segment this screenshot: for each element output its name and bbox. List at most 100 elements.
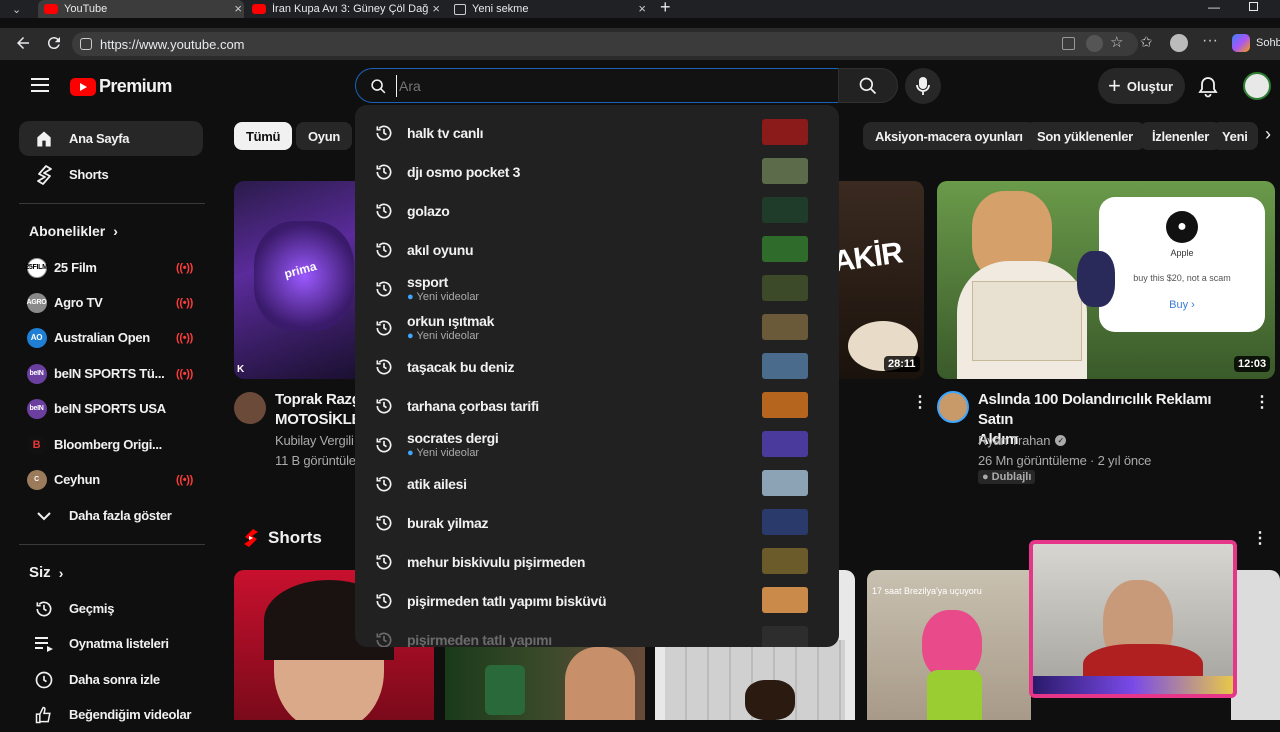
close-tab-icon[interactable]: × [432, 1, 440, 16]
create-button[interactable]: + Oluştur [1098, 68, 1185, 104]
video-thumbnail[interactable]: prima K [234, 181, 356, 379]
channel-avatar[interactable] [234, 392, 266, 424]
chip-watched[interactable]: İzlenenler [1140, 122, 1221, 150]
hamburger-menu-icon[interactable] [31, 77, 49, 93]
history-icon [374, 240, 396, 260]
suggestion-subtitle: ● Yeni videolar [407, 330, 480, 342]
more-menu-icon[interactable]: ··· [1202, 32, 1218, 50]
you-heading[interactable]: Siz › [29, 564, 63, 581]
copilot-icon[interactable] [1232, 34, 1250, 52]
tab-list-chevron-icon[interactable]: ⌄ [12, 3, 21, 16]
more-options-icon[interactable]: ⋮ [912, 392, 928, 412]
new-tab-plus-icon[interactable]: + [660, 0, 671, 18]
tab-youtube[interactable]: YouTube × [38, 0, 244, 18]
short-thumbnail[interactable] [445, 647, 645, 720]
back-arrow-icon[interactable] [14, 34, 32, 52]
channel-avatar[interactable] [937, 391, 969, 423]
more-options-icon[interactable]: ⋮ [1252, 528, 1268, 548]
suggestion-thumbnail [762, 587, 808, 613]
live-indicator-icon: ((•)) [175, 261, 193, 274]
channel-name[interactable]: Kubilay Vergili [275, 433, 354, 448]
sidebar-item-shorts[interactable]: Shorts [19, 157, 203, 192]
show-more-button[interactable]: Daha fazla göster [19, 498, 203, 533]
search-suggestion-item[interactable]: pişirmeden tatlı yapımı bisküvü [355, 581, 839, 620]
chips-next-chevron-icon[interactable]: › [1265, 124, 1271, 145]
sidebar-sub-item[interactable]: AGRO Agro TV ((•)) [19, 285, 203, 320]
search-suggestion-item[interactable]: socrates dergi ● Yeni videolar [355, 425, 839, 464]
video-thumbnail[interactable]: AKİR [838, 181, 924, 379]
subscriptions-heading[interactable]: Abonelikler › [29, 223, 118, 239]
sidebar-sub-item[interactable]: beIN beIN SPORTS Tü... ((•)) [19, 356, 203, 391]
search-suggestion-item[interactable]: halk tv canlı [355, 113, 839, 152]
search-suggestion-item[interactable]: taşacak bu deniz [355, 347, 839, 386]
chip-gaming[interactable]: Oyun [296, 122, 353, 150]
search-suggestions-dropdown: halk tv canlı djı osmo pocket 3 golazo akıl… [355, 105, 839, 647]
search-suggestion-item[interactable]: atik ailesi [355, 464, 839, 503]
apple-logo-icon: ● [1166, 211, 1198, 243]
channel-name-row[interactable]: Ryan Trahan ✓ [978, 433, 1067, 448]
favorite-star-icon[interactable]: ☆ [1110, 33, 1123, 51]
sidebar-sub-item[interactable]: 25FILM 25 Film ((•)) [19, 250, 203, 285]
short-thumbnail[interactable]: 17 saat Brezilya'ya uçuyoru [867, 570, 1031, 720]
history-icon [374, 435, 396, 455]
search-suggestion-item[interactable]: akıl oyunu [355, 230, 839, 269]
chip-new[interactable]: Yeni [1212, 122, 1258, 150]
sidebar-sub-item[interactable]: B Bloomberg Origi... [19, 427, 203, 462]
browser-tab-bar: ⌄ YouTube × İran Kupa Avı 3: Güney Çöl D… [0, 0, 1280, 18]
notifications-bell-icon[interactable] [1198, 76, 1218, 98]
channel-mark: K [237, 364, 245, 375]
chip-all[interactable]: Tümü [234, 122, 293, 150]
restore-window-icon[interactable] [1249, 2, 1258, 11]
favorites-bar-icon[interactable]: ✩ [1140, 33, 1153, 51]
more-options-icon[interactable]: ⋮ [1254, 392, 1270, 412]
copilot-label[interactable]: Sohb [1256, 37, 1280, 49]
sidebar-item-watch-later[interactable]: Daha sonra izle [19, 662, 203, 697]
video-thumbnail[interactable]: ● Apple buy this $20, not a scam Buy › [937, 181, 1275, 379]
minimize-window-icon[interactable]: — [1208, 0, 1220, 14]
url-field[interactable]: https://www.youtube.com ☆ [72, 32, 1138, 56]
chip-action-adventure[interactable]: Aksiyon-macera oyunları [863, 122, 1035, 150]
close-tab-icon[interactable]: × [638, 1, 646, 16]
search-suggestion-item[interactable]: pişirmeden tatlı yapımı [355, 620, 839, 647]
sidebar-sub-item[interactable]: AO Australian Open ((•)) [19, 320, 203, 355]
suggestion-thumbnail [762, 314, 808, 340]
profile-avatar-icon[interactable] [1170, 34, 1188, 52]
sidebar-item-playlists[interactable]: Oynatma listeleri [19, 626, 203, 661]
tab-iran-kupa[interactable]: İran Kupa Avı 3: Güney Çöl Dağ Ke × [246, 0, 442, 18]
suggestion-thumbnail [762, 275, 808, 301]
suggestion-text: ssport [407, 274, 448, 290]
search-suggestion-item[interactable]: mehur biskivulu pişirmeden [355, 542, 839, 581]
search-suggestion-item[interactable]: tarhana çorbası tarifi [355, 386, 839, 425]
chip-recently-uploaded[interactable]: Son yüklenenler [1025, 122, 1145, 150]
sidebar-sub-item[interactable]: beIN beIN SPORTS USA [19, 391, 203, 426]
sidebar-item-liked[interactable]: Beğendiğim videolar [19, 697, 203, 732]
sidebar-item-label: Ceyhun [54, 472, 100, 487]
close-tab-icon[interactable]: × [234, 1, 242, 16]
search-suggestion-item[interactable]: golazo [355, 191, 839, 230]
search-suggestion-item[interactable]: orkun ışıtmak ● Yeni videolar [355, 308, 839, 347]
app-available-icon[interactable] [1062, 37, 1075, 50]
thumbs-up-icon [35, 706, 51, 723]
tracking-prevention-icon[interactable] [1086, 35, 1103, 52]
reload-icon[interactable] [45, 34, 63, 52]
account-avatar[interactable] [1243, 72, 1271, 100]
suggestion-thumbnail [762, 470, 808, 496]
youtube-premium-logo[interactable]: Premium [70, 76, 172, 97]
short-thumbnail[interactable] [1231, 570, 1280, 720]
search-suggestion-item[interactable]: djı osmo pocket 3 [355, 152, 839, 191]
shorts-title: Shorts [268, 528, 322, 547]
voice-search-button[interactable] [905, 68, 941, 104]
site-info-icon[interactable] [80, 38, 92, 50]
sidebar-sub-item[interactable]: C Ceyhun ((•)) [19, 462, 203, 497]
tab-new[interactable]: Yeni sekme × [448, 0, 648, 18]
search-suggestion-item[interactable]: ssport ● Yeni videolar [355, 269, 839, 308]
search-input[interactable] [396, 75, 816, 97]
suggestion-text: socrates dergi [407, 430, 499, 446]
search-box[interactable] [355, 68, 839, 103]
sidebar-item-history[interactable]: Geçmiş [19, 591, 203, 626]
logo-text: Premium [99, 76, 172, 96]
sidebar-item-label: 25 Film [54, 260, 97, 275]
search-button[interactable] [838, 68, 898, 103]
search-suggestion-item[interactable]: burak yilmaz [355, 503, 839, 542]
sidebar-item-home[interactable]: Ana Sayfa [19, 121, 203, 156]
